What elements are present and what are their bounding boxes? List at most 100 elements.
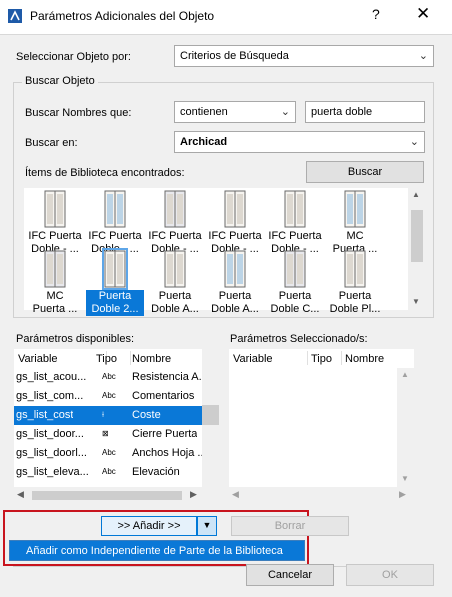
library-item[interactable]: MC Puerta ...: [326, 190, 384, 256]
add-button-label: >> Añadir >>: [117, 520, 181, 532]
col-divider: [307, 351, 308, 365]
selected-hscroll[interactable]: ◀ ▶: [229, 487, 414, 504]
cancel-button[interactable]: Cancelar: [246, 564, 334, 586]
door-icon: [44, 190, 66, 228]
library-item[interactable]: Puerta Doble C...: [266, 250, 324, 316]
param-variable: gs_list_doorl...: [16, 447, 87, 459]
library-item-label: MC Puerta ...: [32, 290, 78, 315]
available-vscroll[interactable]: [202, 349, 219, 487]
available-hscroll[interactable]: ◀ ▶: [14, 487, 219, 504]
grid-scrollbar[interactable]: ▲ ▼: [408, 188, 426, 310]
param-variable: gs_list_acou...: [16, 371, 87, 383]
library-item[interactable]: Puerta Doble A...: [146, 250, 204, 316]
chevron-down-icon: ⌄: [409, 136, 419, 148]
library-items-grid[interactable]: IFC Puerta Doble - ... IFC Puerta Doble -…: [24, 188, 426, 316]
condition-value: contienen: [180, 106, 228, 118]
names-label: Buscar Nombres que:: [25, 107, 132, 119]
param-name: Comentarios: [132, 390, 195, 402]
parameter-row[interactable]: gs_list_acou... Abc Resistencia A...: [14, 368, 208, 387]
available-list[interactable]: Variable Tipo Nombre gs_list_acou... Abc R…: [14, 349, 219, 504]
scroll-up-icon[interactable]: ▲: [412, 190, 420, 199]
query-input[interactable]: puerta doble: [305, 101, 425, 123]
select-by-dropdown[interactable]: Criterios de Búsqueda ⌄: [174, 45, 434, 67]
select-by-value: Criterios de Búsqueda: [180, 50, 289, 62]
ok-button[interactable]: OK: [346, 564, 434, 586]
scroll-left-icon[interactable]: ◀: [17, 489, 24, 500]
remove-button[interactable]: Borrar: [231, 516, 349, 536]
door-icon: [164, 250, 186, 288]
selected-list[interactable]: Variable Tipo Nombre ▲ ▼ ◀ ▶: [229, 349, 414, 504]
selected-label: Parámetros Seleccionado/s:: [230, 333, 368, 345]
title-bar: Parámetros Adicionales del Objeto ? ✕: [0, 0, 452, 34]
library-item[interactable]: MC Puerta ...: [26, 250, 84, 316]
condition-dropdown[interactable]: contienen ⌄: [174, 101, 296, 123]
library-item[interactable]: IFC Puerta Doble - ...: [146, 190, 204, 256]
param-variable: gs_list_com...: [16, 390, 84, 402]
cancel-button-label: Cancelar: [267, 569, 313, 581]
param-name: Cierre Puerta: [132, 428, 198, 440]
close-button[interactable]: ✕: [416, 4, 430, 24]
search-button[interactable]: Buscar: [306, 161, 424, 183]
scroll-left-icon[interactable]: ◀: [232, 489, 239, 500]
col-nombre[interactable]: Nombre: [132, 353, 171, 365]
col-variable[interactable]: Variable: [18, 353, 58, 365]
door-icon: [104, 190, 126, 228]
library-item-label: Puerta Doble C...: [270, 290, 320, 315]
param-name: Resistencia A...: [132, 371, 208, 383]
query-value: puerta doble: [311, 106, 373, 118]
library-item[interactable]: Puerta Doble A...: [206, 250, 264, 316]
scroll-up-icon[interactable]: ▲: [401, 370, 409, 379]
select-by-label: Seleccionar Objeto por:: [16, 51, 131, 63]
library-item[interactable]: Puerta Doble Pl...: [326, 250, 384, 316]
search-in-label: Buscar en:: [25, 137, 78, 149]
scroll-thumb[interactable]: [32, 491, 182, 500]
parameter-row[interactable]: gs_list_eleva... Abc Elevación: [14, 463, 202, 482]
menu-item-label: Añadir como Independiente de Parte de la…: [26, 545, 283, 557]
col-tipo[interactable]: Tipo: [96, 353, 117, 365]
add-independent-menu-item[interactable]: Añadir como Independiente de Parte de la…: [9, 540, 305, 561]
scroll-right-icon[interactable]: ▶: [399, 489, 406, 500]
col-nombre[interactable]: Nombre: [345, 353, 384, 365]
door-icon: [102, 248, 128, 290]
library-item-label: Puerta Doble A...: [211, 290, 259, 315]
available-label: Parámetros disponibles:: [16, 333, 135, 345]
col-variable[interactable]: Variable: [233, 353, 273, 365]
scroll-right-icon[interactable]: ▶: [190, 489, 197, 500]
scroll-down-icon[interactable]: ▼: [412, 297, 420, 306]
library-item[interactable]: IFC Puerta Doble - ...: [86, 190, 144, 256]
library-item[interactable]: IFC Puerta Doble - ...: [26, 190, 84, 256]
found-label: Ítems de Biblioteca encontrados:: [25, 167, 185, 179]
param-type-icon: ⊠: [102, 429, 109, 438]
scroll-thumb[interactable]: [202, 405, 219, 425]
available-rows: gs_list_acou... Abc Resistencia A... gs_lis…: [14, 368, 208, 488]
door-icon: [344, 190, 366, 228]
scroll-down-icon[interactable]: ▼: [401, 474, 409, 483]
param-name: Elevación: [132, 466, 180, 478]
param-name: Anchos Hoja ...: [132, 447, 207, 459]
library-item[interactable]: IFC Puerta Doble - ...: [266, 190, 324, 256]
search-in-value: Archicad: [180, 136, 228, 148]
col-tipo[interactable]: Tipo: [311, 353, 332, 365]
library-item-label: Puerta Doble 2...: [86, 290, 144, 316]
search-in-dropdown[interactable]: Archicad ⌄: [174, 131, 425, 153]
param-type-icon: Abc: [102, 391, 116, 400]
parameter-row[interactable]: gs_list_cost ⟊ Coste: [14, 406, 202, 425]
parameter-row[interactable]: gs_list_com... Abc Comentarios: [14, 387, 202, 406]
parameter-row[interactable]: gs_list_door... ⊠ Cierre Puerta: [14, 425, 202, 444]
add-button[interactable]: >> Añadir >>: [101, 516, 197, 536]
selected-vscroll[interactable]: ▲ ▼: [397, 368, 414, 487]
library-item[interactable]: Puerta Doble 2...: [86, 248, 144, 316]
param-variable: gs_list_door...: [16, 428, 84, 440]
title-divider: [0, 34, 452, 35]
window-title: Parámetros Adicionales del Objeto: [30, 9, 215, 23]
door-icon: [164, 190, 186, 228]
door-icon: [284, 250, 306, 288]
col-divider: [341, 351, 342, 365]
param-type-icon: Abc: [102, 372, 116, 381]
remove-button-label: Borrar: [274, 520, 306, 532]
help-button[interactable]: ?: [372, 6, 380, 22]
parameter-row[interactable]: gs_list_doorl... Abc Anchos Hoja ...: [14, 444, 207, 463]
scroll-thumb[interactable]: [411, 210, 423, 262]
add-dropdown-button[interactable]: ▼: [197, 516, 217, 536]
library-item[interactable]: IFC Puerta Doble - ...: [206, 190, 264, 256]
